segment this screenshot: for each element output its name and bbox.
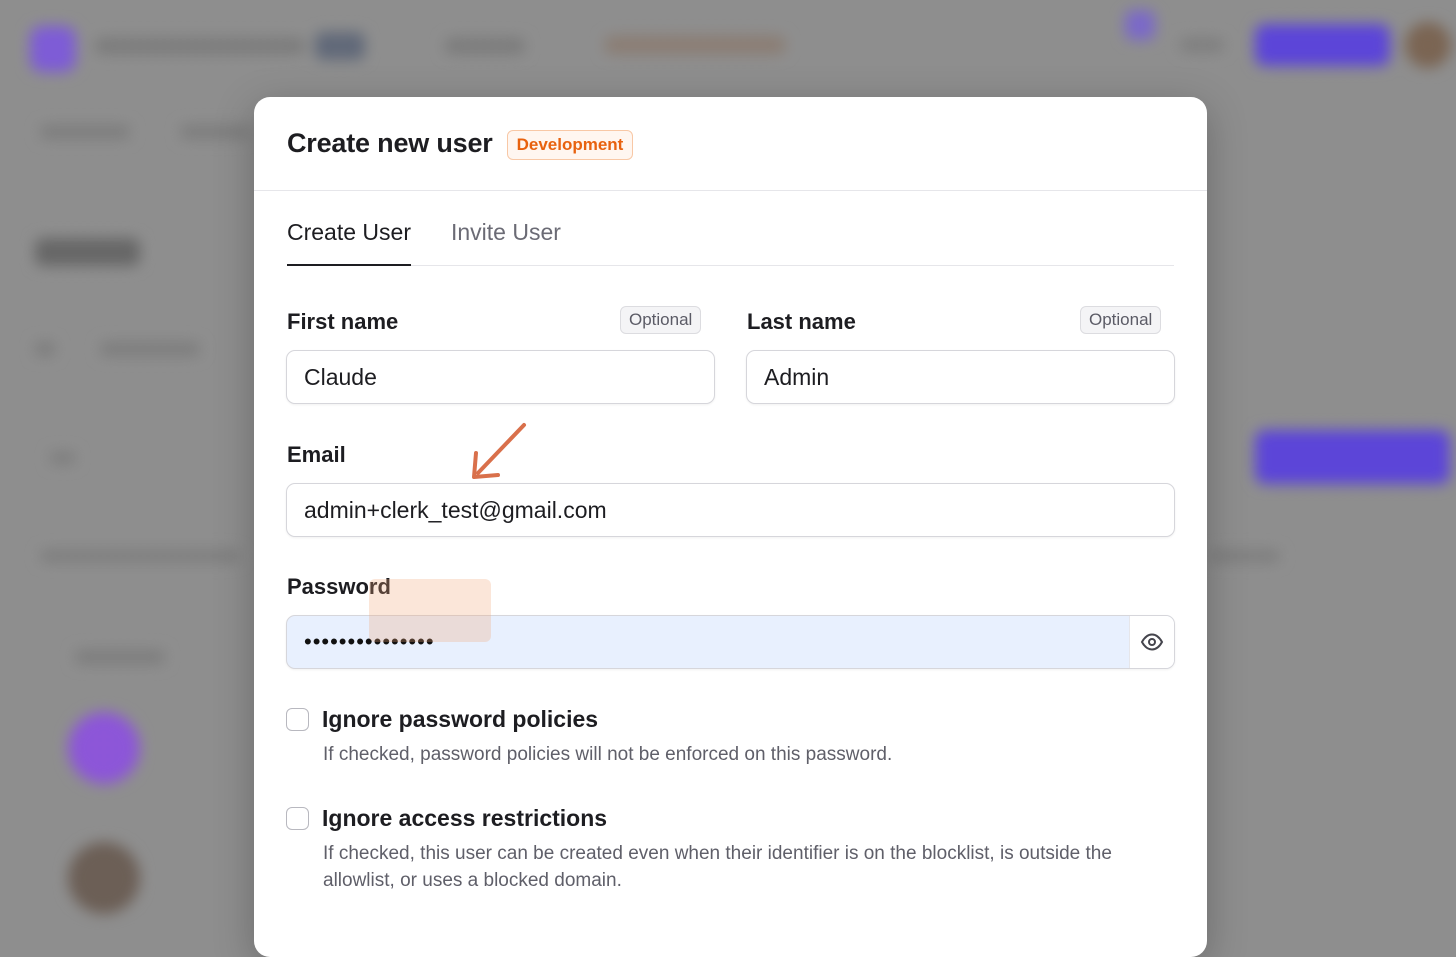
first-name-label: First name <box>287 309 399 334</box>
ignore-password-policies-option: Ignore password policies <box>286 706 598 733</box>
ignore-password-policies-checkbox[interactable] <box>286 708 309 731</box>
tab-create-user[interactable]: Create User <box>287 207 411 266</box>
ignore-password-policies-help: If checked, password policies will not b… <box>323 744 893 765</box>
first-name-input[interactable]: Claude <box>286 350 715 404</box>
ignore-access-restrictions-option: Ignore access restrictions <box>286 805 607 832</box>
ignore-access-restrictions-help: If checked, this user can be created eve… <box>323 843 1112 891</box>
tab-bar: Create User Invite User <box>287 207 1174 266</box>
last-name-input[interactable]: Admin <box>746 350 1175 404</box>
modal-title: Create new user <box>287 128 493 158</box>
tab-invite-user[interactable]: Invite User <box>451 207 561 265</box>
annotation-arrow-icon <box>472 423 526 479</box>
create-user-modal: Create new user Development Create User … <box>254 97 1207 957</box>
last-name-label: Last name <box>747 309 856 334</box>
email-annotation-highlight <box>369 579 491 642</box>
show-password-button[interactable] <box>1129 616 1174 668</box>
ignore-password-policies-label: Ignore password policies <box>322 706 599 732</box>
modal-header: Create new user Development <box>254 97 1207 191</box>
ignore-access-restrictions-checkbox[interactable] <box>286 807 309 830</box>
first-name-optional-badge: Optional <box>620 306 702 334</box>
last-name-optional-badge: Optional <box>1080 306 1162 334</box>
email-input[interactable]: admin+clerk_test@gmail.com <box>286 483 1175 537</box>
eye-icon <box>1140 633 1164 651</box>
ignore-access-restrictions-label: Ignore access restrictions <box>322 805 608 831</box>
environment-badge: Development <box>506 129 634 160</box>
email-label: Email <box>287 442 346 467</box>
